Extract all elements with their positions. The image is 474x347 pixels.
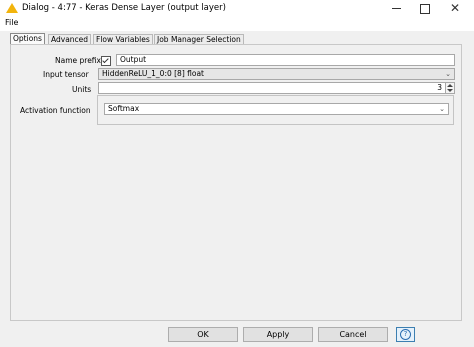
close-button[interactable]: ✕ [441, 0, 469, 17]
units-label: Units [72, 85, 92, 94]
title-bar: Dialog - 4:77 - Keras Dense Layer (outpu… [0, 0, 474, 17]
units-spinner[interactable]: 3 [98, 82, 455, 94]
menu-file[interactable]: File [5, 18, 18, 27]
name-prefix-label: Name prefix [55, 56, 101, 65]
chevron-down-icon: ⌄ [439, 105, 445, 113]
name-prefix-value: Output [120, 55, 147, 64]
ok-button[interactable]: OK [168, 327, 238, 342]
help-button[interactable]: ? [396, 327, 415, 342]
name-prefix-checkbox[interactable] [101, 56, 111, 66]
minimize-button[interactable] [383, 0, 411, 17]
apply-button[interactable]: Apply [243, 327, 313, 342]
warning-icon [6, 3, 18, 13]
spinner-up-icon[interactable] [447, 84, 453, 87]
name-prefix-input[interactable]: Output [116, 54, 455, 66]
activation-function-value: Softmax [108, 104, 140, 113]
activation-function-label: Activation function [20, 106, 91, 115]
window-title: Dialog - 4:77 - Keras Dense Layer (outpu… [22, 3, 226, 13]
input-tensor-label: Input tensor [43, 70, 89, 79]
units-value: 3 [437, 83, 442, 92]
help-icon: ? [400, 329, 411, 340]
activation-function-select[interactable]: Softmax ⌄ [104, 103, 449, 115]
menu-bar: File [0, 17, 474, 31]
input-tensor-value: HiddenReLU_1_0:0 [8] float [102, 69, 204, 78]
maximize-button[interactable] [411, 0, 439, 17]
spinner-arrows-icon[interactable] [445, 83, 454, 93]
cancel-button[interactable]: Cancel [318, 327, 388, 342]
chevron-down-icon: ⌄ [445, 70, 451, 78]
spinner-down-icon[interactable] [447, 89, 453, 92]
input-tensor-select[interactable]: HiddenReLU_1_0:0 [8] float ⌄ [98, 68, 455, 80]
